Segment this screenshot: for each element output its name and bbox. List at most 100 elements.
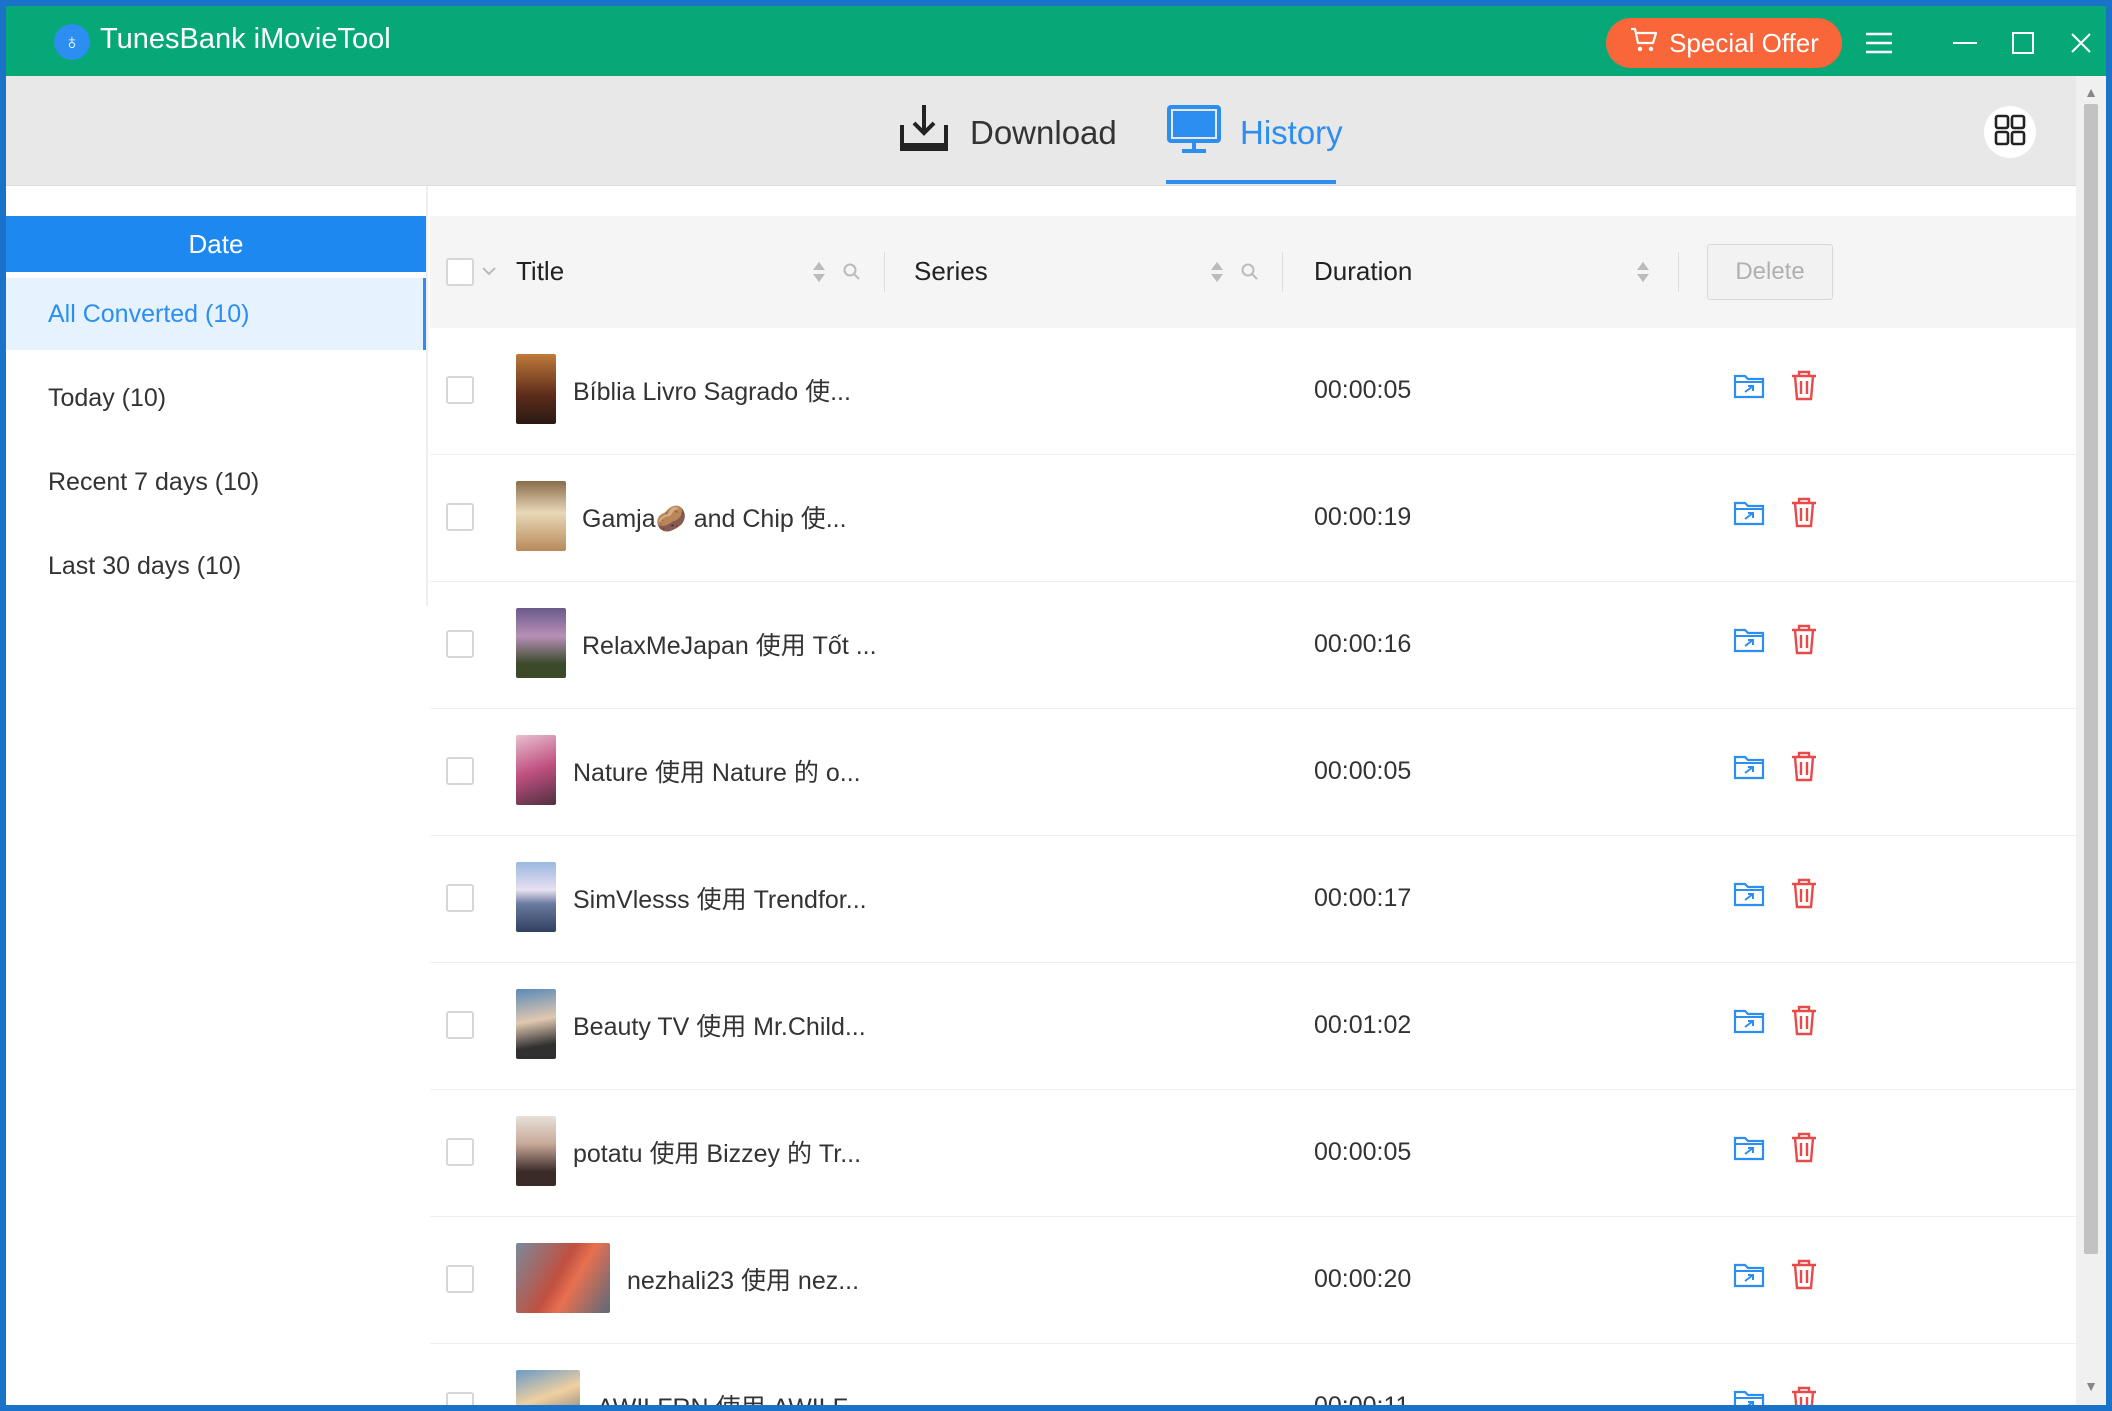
cart-icon [1629, 26, 1659, 61]
open-folder-icon[interactable] [1732, 876, 1766, 910]
table-row: Beauty TV 使用 Mr.Child... 00:01:02 [430, 963, 2076, 1090]
table-row: potatu 使用 Bizzey 的 Tr... 00:00:05 [430, 1090, 2076, 1217]
date-sidebar: Date All Converted (10) Today (10) Recen… [6, 186, 426, 1405]
delete-icon[interactable] [1787, 749, 1821, 783]
download-icon [896, 103, 952, 163]
delete-icon[interactable] [1787, 1003, 1821, 1037]
app-title: TunesBank iMovieTool [100, 23, 391, 55]
sidebar-header: Date [6, 216, 426, 272]
video-thumbnail [516, 1243, 610, 1313]
video-thumbnail [516, 354, 556, 424]
delete-icon[interactable] [1787, 368, 1821, 402]
delete-icon[interactable] [1787, 622, 1821, 656]
video-title: AWILFRN 使用 AWILF [597, 1388, 848, 1405]
select-all-checkbox[interactable] [446, 258, 474, 286]
sidebar-item-last-30-days[interactable]: Last 30 days (10) [6, 530, 426, 602]
tab-history-label: History [1240, 114, 1343, 151]
special-offer-button[interactable]: Special Offer [1606, 18, 1842, 68]
table-row: Bíblia Livro Sagrado 使... 00:00:05 [430, 328, 2076, 455]
video-duration: 00:00:05 [1314, 1138, 1412, 1166]
special-offer-label: Special Offer [1669, 27, 1819, 58]
row-checkbox[interactable] [446, 376, 474, 404]
table-row: AWILFRN 使用 AWILF 00:00:11 [430, 1344, 2076, 1405]
sort-icon[interactable] [810, 260, 828, 289]
table-row: SimVlesss 使用 Trendfor... 00:00:17 [430, 836, 2076, 963]
row-checkbox[interactable] [446, 757, 474, 785]
delete-icon[interactable] [1787, 495, 1821, 529]
column-header-duration[interactable]: Duration [1314, 256, 1412, 287]
video-title: nezhali23 使用 nez... [627, 1267, 860, 1295]
open-folder-icon[interactable] [1732, 622, 1766, 656]
row-checkbox[interactable] [446, 1392, 474, 1405]
video-title: potatu 使用 Bizzey 的 Tr... [573, 1140, 862, 1168]
delete-icon[interactable] [1787, 1257, 1821, 1291]
monitor-icon [1166, 103, 1222, 163]
vertical-scrollbar[interactable]: ▲ ▼ [2076, 76, 2106, 1405]
video-title: Gamja🥔 and Chip 使... [582, 505, 847, 533]
search-icon[interactable] [842, 260, 860, 289]
video-duration: 00:00:17 [1314, 884, 1412, 912]
video-duration: 00:01:02 [1314, 1011, 1412, 1039]
active-tab-indicator [1166, 180, 1336, 184]
delete-icon[interactable] [1787, 876, 1821, 910]
delete-button[interactable]: Delete [1707, 244, 1833, 300]
video-duration: 00:00:05 [1314, 376, 1412, 404]
open-folder-icon[interactable] [1732, 368, 1766, 402]
video-duration: 00:00:20 [1314, 1265, 1412, 1293]
tab-history[interactable]: History [1166, 104, 1343, 162]
video-thumbnail [516, 1370, 580, 1405]
row-checkbox[interactable] [446, 1138, 474, 1166]
open-folder-icon[interactable] [1732, 749, 1766, 783]
open-folder-icon[interactable] [1732, 1384, 1766, 1405]
app-window: ♁ TunesBank iMovieTool Special Offer Dow… [6, 6, 2106, 1405]
open-folder-icon[interactable] [1732, 1130, 1766, 1164]
column-header-series[interactable]: Series [914, 256, 988, 287]
sort-icon[interactable] [1208, 260, 1226, 289]
chevron-down-icon[interactable] [480, 260, 498, 287]
row-checkbox[interactable] [446, 630, 474, 658]
row-checkbox[interactable] [446, 884, 474, 912]
video-thumbnail [516, 1116, 556, 1186]
video-duration: 00:00:05 [1314, 757, 1412, 785]
table-row: nezhali23 使用 nez... 00:00:20 [430, 1217, 2076, 1344]
title-bar: ♁ TunesBank iMovieTool Special Offer [6, 6, 2106, 76]
video-title: RelaxMeJapan 使用 Tốt ... [582, 632, 877, 660]
delete-icon[interactable] [1787, 1384, 1821, 1405]
minimize-icon[interactable] [1948, 26, 1982, 60]
sidebar-item-all-converted[interactable]: All Converted (10) [6, 278, 426, 350]
row-checkbox[interactable] [446, 503, 474, 531]
sidebar-divider [426, 186, 428, 606]
video-duration: 00:00:11 [1314, 1392, 1409, 1405]
open-folder-icon[interactable] [1732, 495, 1766, 529]
nav-bar: Download History [6, 76, 2076, 186]
open-folder-icon[interactable] [1732, 1003, 1766, 1037]
search-icon[interactable] [1240, 260, 1258, 289]
video-thumbnail [516, 989, 556, 1059]
menu-icon[interactable] [1862, 26, 1896, 60]
sidebar-item-today[interactable]: Today (10) [6, 362, 426, 434]
table-row: Gamja🥔 and Chip 使... 00:00:19 [430, 455, 2076, 582]
sort-icon[interactable] [1634, 260, 1652, 289]
video-title: Bíblia Livro Sagrado 使... [573, 378, 851, 406]
video-title: Nature 使用 Nature 的 o... [573, 759, 861, 787]
open-folder-icon[interactable] [1732, 1257, 1766, 1291]
grid-view-button[interactable] [1984, 106, 2036, 158]
column-divider [1282, 252, 1283, 292]
delete-icon[interactable] [1787, 1130, 1821, 1164]
row-checkbox[interactable] [446, 1011, 474, 1039]
column-divider [1678, 252, 1679, 292]
maximize-icon[interactable] [2006, 26, 2040, 60]
scroll-down-arrow[interactable]: ▼ [2076, 1376, 2106, 1396]
close-icon[interactable] [2064, 26, 2098, 60]
tab-download[interactable]: Download [896, 104, 1117, 162]
video-thumbnail [516, 862, 556, 932]
table-header: Title Series Duration Delete [430, 216, 2076, 328]
video-duration: 00:00:16 [1314, 630, 1412, 658]
scroll-up-arrow[interactable]: ▲ [2076, 82, 2106, 102]
video-title: Beauty TV 使用 Mr.Child... [573, 1013, 866, 1041]
row-checkbox[interactable] [446, 1265, 474, 1293]
scroll-thumb[interactable] [2084, 104, 2098, 1254]
video-title: SimVlesss 使用 Trendfor... [573, 886, 867, 914]
column-header-title[interactable]: Title [516, 256, 564, 287]
sidebar-item-recent-7-days[interactable]: Recent 7 days (10) [6, 446, 426, 518]
